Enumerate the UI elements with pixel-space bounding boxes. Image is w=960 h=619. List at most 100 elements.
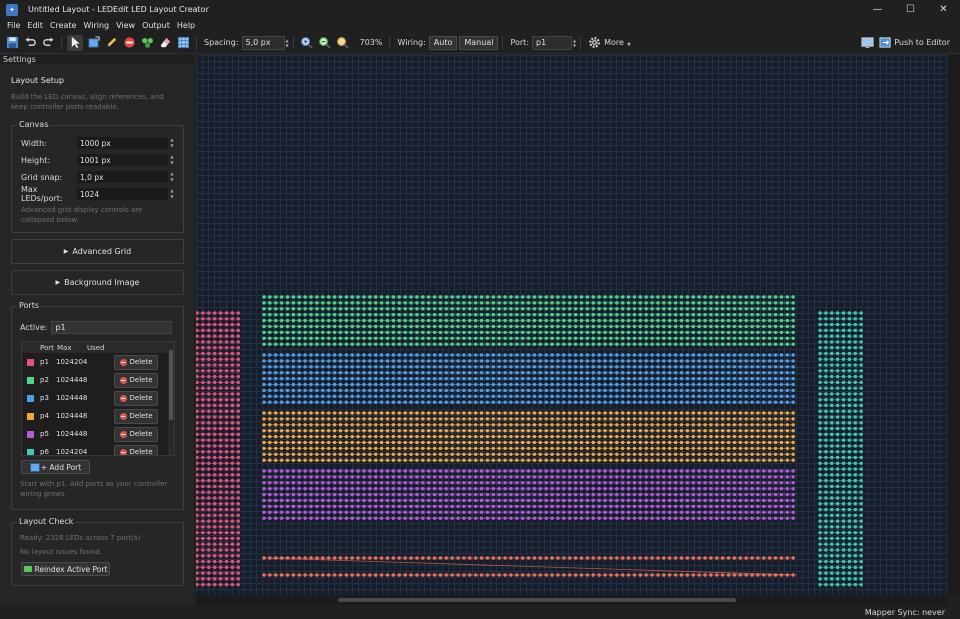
layout-setup-description: Build the LED canvas, align references, … xyxy=(11,93,164,111)
settings-dock-title: Settings xyxy=(3,55,36,64)
led-group-p7-bottom[interactable] xyxy=(262,573,795,577)
delete-port-button[interactable]: Delete xyxy=(114,444,158,455)
menu-file[interactable]: File xyxy=(4,21,24,30)
width-input[interactable]: 1000 px xyxy=(77,137,168,149)
maximize-button[interactable]: ☐ xyxy=(894,0,927,19)
port-row-p4[interactable]: p4 1024 448 Delete xyxy=(22,407,174,425)
led-group-p2[interactable] xyxy=(262,295,795,346)
ports-table-scrollbar[interactable] xyxy=(168,342,174,455)
more-dropdown-icon[interactable]: ▼ xyxy=(627,42,631,48)
background-image-toggle[interactable]: ▶ Background Image xyxy=(11,270,184,295)
max-leds-input[interactable]: 1024 xyxy=(77,188,168,200)
remove-tool-icon[interactable] xyxy=(121,35,137,51)
delete-icon xyxy=(119,430,127,438)
led-group-p5[interactable] xyxy=(262,469,795,520)
led-layout-drawing[interactable] xyxy=(196,55,948,595)
save-icon[interactable] xyxy=(4,35,20,51)
push-icon[interactable] xyxy=(877,35,893,51)
wiring-manual-toggle[interactable]: Manual xyxy=(459,35,499,50)
port-color-swatch[interactable] xyxy=(27,394,34,402)
redo-icon[interactable] xyxy=(40,35,56,51)
height-spinner[interactable]: ▲ ▼ xyxy=(168,154,176,166)
menu-view[interactable]: View xyxy=(113,21,139,30)
led-group-p7-top[interactable] xyxy=(262,556,795,560)
wiring-label: Wiring: xyxy=(397,38,426,47)
menu-edit[interactable]: Edit xyxy=(24,21,47,30)
delete-icon xyxy=(119,358,127,366)
port-color-swatch[interactable] xyxy=(27,412,34,420)
port-max: 1024 xyxy=(56,412,74,420)
canvas-note: Advanced grid display controls are colla… xyxy=(21,206,143,224)
port-spinner[interactable]: ▲ ▼ xyxy=(573,38,576,48)
menu-bar: File Edit Create Wiring View Output Help xyxy=(0,19,960,32)
zoom-fit-icon[interactable] xyxy=(335,35,351,51)
height-label: Height: xyxy=(21,155,51,165)
active-port-row: Active: p1 xyxy=(20,321,172,334)
eraser-tool-icon[interactable] xyxy=(157,35,173,51)
minimize-button[interactable]: — xyxy=(861,0,894,19)
background-image-label: Background Image xyxy=(64,278,140,287)
menu-wiring[interactable]: Wiring xyxy=(80,21,113,30)
height-input[interactable]: 1001 px xyxy=(77,154,168,166)
canvas-group-title: Canvas xyxy=(17,120,51,129)
led-group-p6[interactable] xyxy=(818,311,863,587)
gear-icon[interactable] xyxy=(586,35,602,51)
delete-port-button[interactable]: Delete xyxy=(114,390,158,406)
port-name: p3 xyxy=(40,394,49,402)
delete-icon xyxy=(119,394,127,402)
led-group-p1[interactable] xyxy=(196,311,240,587)
pen-tool-icon[interactable] xyxy=(103,35,119,51)
led-group-p3[interactable] xyxy=(262,353,795,404)
monitor-icon[interactable] xyxy=(859,35,875,51)
cluster-tool-icon[interactable] xyxy=(139,35,155,51)
port-row-p6[interactable]: p6 1024 204 Delete xyxy=(22,443,174,455)
canvas-vertical-scrollbar[interactable] xyxy=(948,55,960,595)
port-row-p3[interactable]: p3 1024 448 Delete xyxy=(22,389,174,407)
max-leds-spinner[interactable]: ▲ ▼ xyxy=(168,188,176,200)
led-group-p4[interactable] xyxy=(262,411,795,462)
port-max: 1024 xyxy=(56,430,74,438)
led-canvas[interactable] xyxy=(196,55,948,595)
more-button[interactable]: More xyxy=(604,38,624,47)
scroll-thumb[interactable] xyxy=(338,598,736,602)
width-spinner[interactable]: ▲ ▼ xyxy=(168,137,176,149)
port-used: 448 xyxy=(74,394,88,402)
port-row-p2[interactable]: p2 1024 448 Delete xyxy=(22,371,174,389)
delete-port-button[interactable]: Delete xyxy=(114,354,158,370)
spacing-spinner[interactable]: ▲ ▼ xyxy=(286,38,289,48)
port-color-swatch[interactable] xyxy=(27,376,34,384)
active-port-select[interactable]: p1 xyxy=(51,321,172,334)
delete-port-button[interactable]: Delete xyxy=(114,408,158,424)
menu-help[interactable]: Help xyxy=(174,21,199,30)
grid-tool-icon[interactable] xyxy=(175,35,191,51)
delete-port-button[interactable]: Delete xyxy=(114,426,158,442)
canvas-horizontal-scrollbar[interactable] xyxy=(196,595,948,605)
grid-snap-input[interactable]: 1,0 px xyxy=(77,171,168,183)
port-color-swatch[interactable] xyxy=(27,448,34,455)
delete-port-button[interactable]: Delete xyxy=(114,372,158,388)
zoom-out-icon[interactable] xyxy=(317,35,333,51)
rectangle-tool-icon[interactable] xyxy=(85,35,101,51)
spacing-input[interactable]: 5,0 px xyxy=(241,35,285,50)
advanced-grid-toggle[interactable]: ▶ Advanced Grid xyxy=(11,239,184,264)
zoom-in-icon[interactable] xyxy=(299,35,315,51)
menu-output[interactable]: Output xyxy=(139,21,174,30)
port-color-swatch[interactable] xyxy=(27,358,34,366)
select-tool-icon[interactable] xyxy=(67,34,83,51)
port-label: Port: xyxy=(510,38,530,47)
port-color-swatch[interactable] xyxy=(27,430,34,438)
grid-snap-spinner[interactable]: ▲ ▼ xyxy=(168,171,176,183)
undo-icon[interactable] xyxy=(22,35,38,51)
port-input[interactable]: p1 xyxy=(532,35,573,50)
port-name: p5 xyxy=(40,430,49,438)
wiring-connector-line xyxy=(263,557,798,576)
add-port-button[interactable]: + Add Port xyxy=(21,460,90,474)
wiring-auto-toggle[interactable]: Auto xyxy=(428,35,458,50)
max-column-header: Max xyxy=(57,343,72,352)
menu-create[interactable]: Create xyxy=(47,21,81,30)
port-row-p5[interactable]: p5 1024 448 Delete xyxy=(22,425,174,443)
port-row-p1[interactable]: p1 1024 204 Delete xyxy=(22,353,174,371)
close-button[interactable]: ✕ xyxy=(927,0,960,19)
reindex-active-port-button[interactable]: Reindex Active Port xyxy=(21,562,110,576)
push-to-editor-button[interactable]: Push to Editor xyxy=(894,38,950,47)
